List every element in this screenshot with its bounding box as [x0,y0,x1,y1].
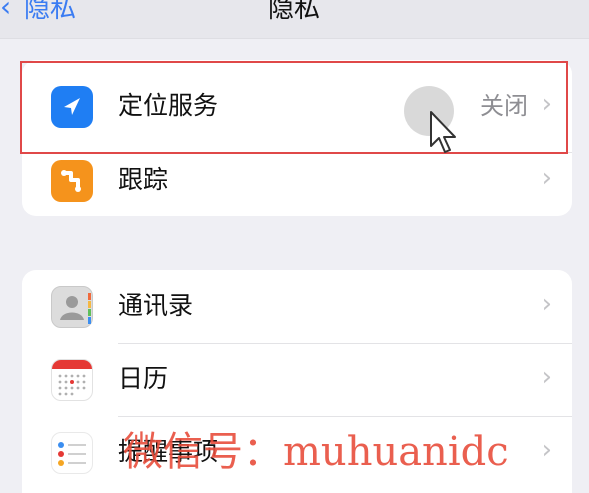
row-label: 跟踪 [118,165,169,194]
tracking-icon [51,160,93,202]
chevron-right-icon: › [541,163,552,193]
row-contacts[interactable]: 通讯录 › [22,270,572,344]
row-label: 通讯录 [118,291,194,320]
watermark-text: 微信号：muhuanidc [123,429,509,475]
row-calendar[interactable]: 日历 › [22,343,572,417]
chevron-right-icon: › [541,435,552,465]
contacts-icon [51,286,93,328]
page-title: 隐私 [268,0,321,24]
back-button-label[interactable]: 隐私 [24,0,76,25]
back-chevron-icon[interactable]: ‹ [0,0,11,23]
chevron-right-icon: › [541,289,552,319]
navigation-bar: ‹ 隐私 隐私 [0,0,589,39]
calendar-icon [51,359,93,401]
row-label: 日历 [118,364,169,393]
chevron-right-icon: › [541,362,552,392]
highlight-box [20,61,568,154]
row-tracking[interactable]: 跟踪 › [22,144,572,216]
mouse-pointer-icon [430,111,456,153]
reminders-icon [51,432,93,474]
